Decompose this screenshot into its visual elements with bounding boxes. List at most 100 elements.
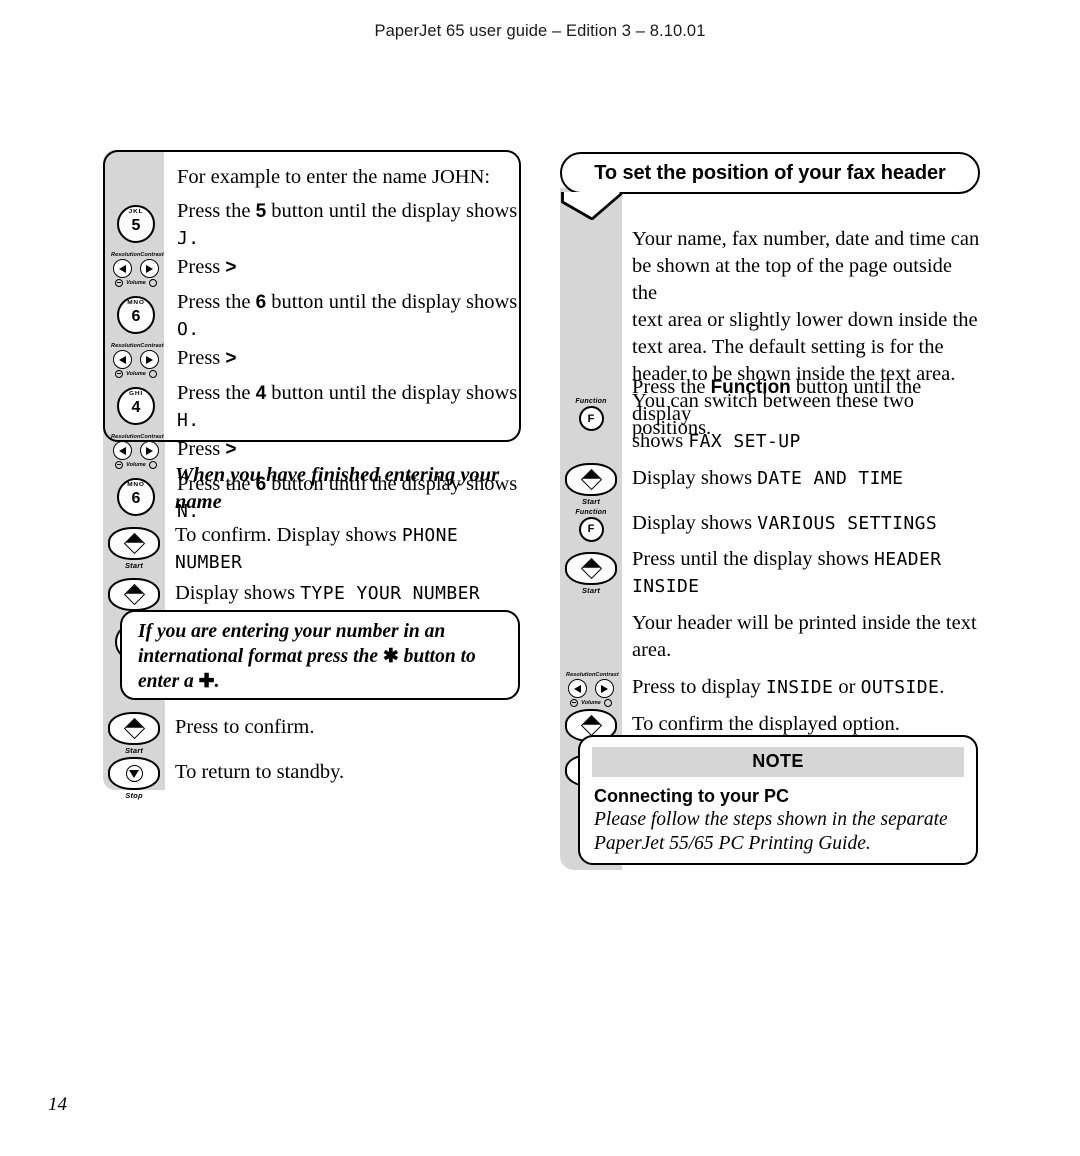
key-6-digit: 6 [131,308,141,326]
left-arrow-button[interactable] [568,679,587,699]
volume-down-icon[interactable] [115,279,124,288]
start-button-face [565,463,617,497]
confirm-step-text: Display shows TYPE YOUR NUMBER [175,582,481,605]
name-entry-example-box: For example to enter the name JOHN: JKL … [103,150,521,522]
volume-row: Volume [115,370,157,379]
function-button-label: Function [575,398,607,406]
resolution-label: Resolution [111,252,141,259]
arrow-buttons [113,259,159,279]
volume-up-icon[interactable] [148,279,157,288]
international-note-text: If you are entering your number in an in… [138,621,476,692]
start-button-icon[interactable]: Start [565,463,617,506]
example-step-row: Resolution Contrast Volume Press > [105,343,519,379]
volume-row: Volume [115,279,157,288]
right-final-step-text: Press to display INSIDE or OUTSIDE. [632,676,945,699]
arrow-buttons [113,350,159,370]
resolution-contrast-arrows-icon[interactable]: Resolution Contrast Volume [107,252,165,288]
right-step-row: Start Display shows DATE AND TIME [560,463,980,506]
right-arrow-button[interactable] [140,350,159,370]
key-6-letters: MNO [127,299,145,306]
icon-cell-empty [103,460,165,516]
example-step-row: GHI 4 Press the 4 button until the displ… [105,378,519,434]
right-step-row: Start Press until the display shows HEAD… [560,546,980,600]
right-step-row: Function F Press the Function button unt… [560,374,980,455]
running-head: PaperJet 65 user guide – Edition 3 – 8.1… [374,22,706,40]
key-4-digit: 4 [131,399,141,417]
example-intro-text: For example to enter the name JOHN: [177,166,491,188]
volume-row: Volume [570,699,612,708]
start-button-label: Start [581,585,601,595]
right-arrow-button[interactable] [595,679,614,699]
icon-cell: Resolution Contrast Volume [105,252,167,288]
section-title: To set the position of your fax header [560,152,980,194]
international-format-note-box: If you are entering your number in an in… [120,610,520,700]
key-4-icon[interactable]: GHI 4 [117,387,155,426]
example-step-text: Press the 5 button until the display sho… [177,200,518,250]
icon-cell: Start [103,712,165,755]
start-button-face [565,551,617,585]
resolution-label: Resolution [566,672,596,679]
final-step-text: To return to standby. [175,761,345,783]
example-step-text: Press the 4 button until the display sho… [177,382,518,432]
key-5-letters: JKL [128,208,144,215]
function-button-icon[interactable]: Function F [575,509,606,542]
volume-up-icon[interactable] [603,699,612,708]
function-button-label: Function [575,508,607,516]
stop-button-label: Stop [125,791,143,800]
left-arrow-button[interactable] [113,350,132,370]
icon-cell: GHI 4 [105,378,167,434]
star-key-glyph: ✱ [382,645,399,667]
left-final-steps: Start Press to confirm. Stop To return t… [103,712,521,800]
start-button-icon[interactable]: Start [108,526,160,570]
contrast-label: Contrast [140,252,164,259]
icon-cell: Stop [103,757,165,800]
start-button-face [108,526,160,560]
volume-down-icon[interactable] [115,370,124,379]
volume-label: Volume [126,371,146,378]
arrow-top-labels: Resolution Contrast [111,252,164,259]
start-button-icon[interactable]: Start [108,712,160,755]
right-arrow-button[interactable] [140,441,159,461]
right-step-text: Display shows DATE AND TIME [632,467,904,490]
note-banner: NOTE [592,747,964,777]
example-step-row: JKL 5 Press the 5 button until the displ… [105,196,519,252]
finished-heading-row: When you have finished entering your nam… [103,460,521,516]
resolution-label: Resolution [111,343,141,350]
arrow-buttons [113,441,159,461]
right-step-row: Function F Display shows VARIOUS SETTING… [560,508,980,542]
right-result-text: Your header will be printed inside the t… [632,612,977,662]
icon-cell: JKL 5 [105,196,167,252]
stop-button-icon[interactable]: Stop [108,757,160,800]
key-6-icon[interactable]: MNO 6 [117,296,155,335]
right-step-list: Function F Press the Function button unt… [560,374,980,797]
final-step-text: Press to confirm. [175,716,315,738]
icon-cell-empty [105,162,167,196]
resolution-contrast-arrows-icon[interactable]: Resolution Contrast Volume [562,672,620,708]
right-result-row: Your header will be printed inside the t… [560,610,980,664]
function-button-icon[interactable]: Function F [575,398,607,432]
note-body: Please follow the steps shown in the sep… [594,809,948,854]
arrow-top-labels: Resolution Contrast [111,343,164,350]
resolution-contrast-arrows-icon[interactable]: Resolution Contrast Volume [107,343,165,379]
note-box: NOTE Connecting to your PC Please follow… [578,735,978,865]
right-arrow-button[interactable] [140,259,159,279]
icon-cell: Start [103,520,165,576]
right-step-text: Press until the display shows HEADER INSI… [632,548,942,598]
icon-cell: Start [560,463,622,506]
volume-up-icon[interactable] [148,370,157,379]
volume-label: Volume [581,700,601,707]
start-button-icon[interactable]: Start [565,551,617,595]
final-step-row: Stop To return to standby. [103,757,521,800]
left-arrow-button[interactable] [113,259,132,279]
example-step-text: Press > [177,256,237,279]
start-button-face [108,712,160,745]
example-step-row: MNO 6 Press the 6 button until the displ… [105,287,519,343]
key-5-icon[interactable]: JKL 5 [117,205,155,244]
left-arrow-button[interactable] [113,441,132,461]
icon-cell: Function F [560,508,622,542]
section-title-tail-icon [561,192,623,220]
volume-down-icon[interactable] [570,699,579,708]
example-step-text: Press > [177,347,237,370]
volume-label: Volume [126,280,146,287]
confirm-step-text: To confirm. Display shows PHONE NUMBER [175,524,459,574]
